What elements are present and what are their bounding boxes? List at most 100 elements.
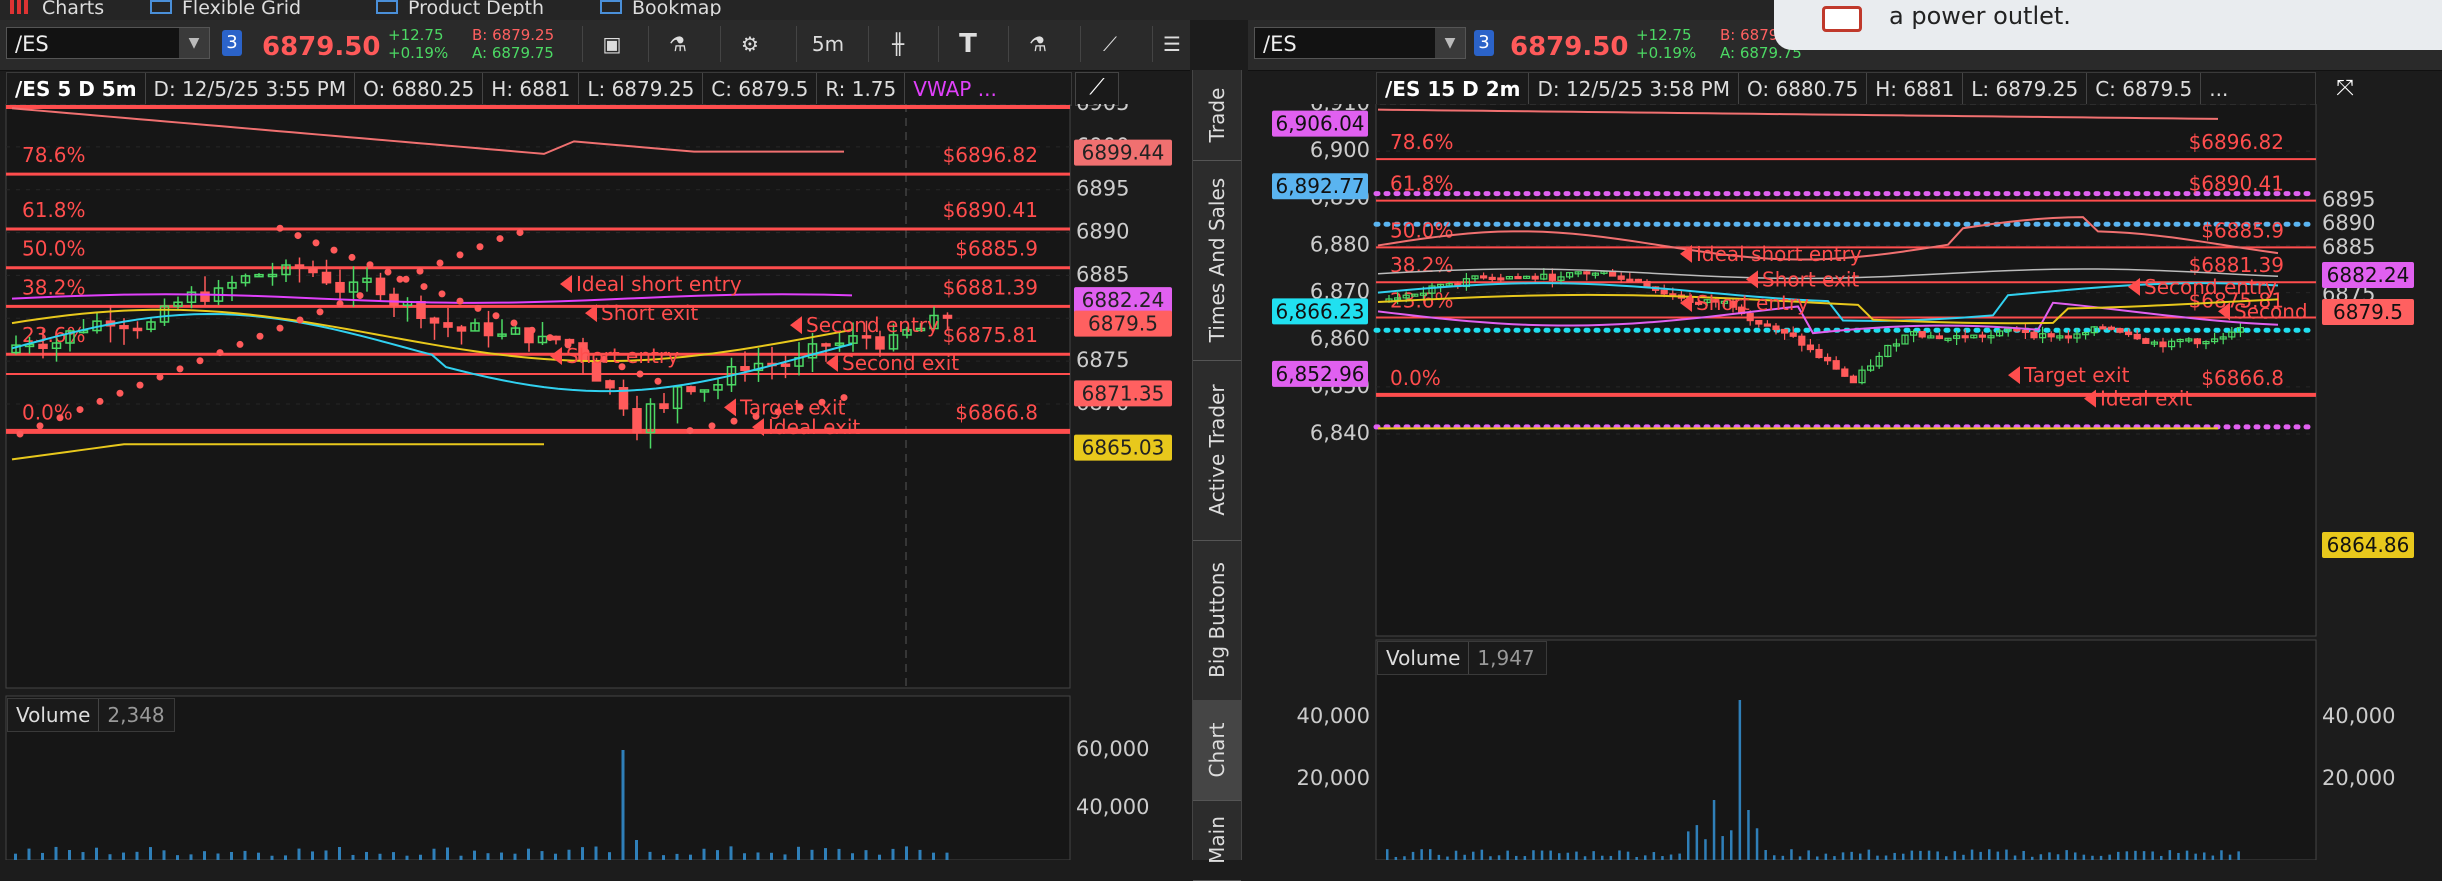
system-notification[interactable]: a power outlet. [1774,0,2442,50]
tab-product-depth[interactable]: Product Depth [376,0,576,16]
sar-dot [496,235,504,243]
volume-bar [621,750,625,860]
volume-bar [2048,852,2051,860]
fib-level-label: 0.0% [1390,366,1441,390]
candle-body [200,291,210,302]
volume-bar [230,851,233,860]
tab-main[interactable]: Main [1193,800,1241,881]
price-badge-label: 6865.03 [1082,436,1165,460]
sar-dot [348,253,356,261]
volume-bar [1824,853,1828,860]
right-symbol-input[interactable]: /ES ▼ [1254,27,1466,59]
menu-icon[interactable]: ☰ [1152,26,1191,62]
tab-flexible-grid[interactable]: Flexible Grid [150,0,350,16]
sar-dot [296,316,304,324]
tab-times-and-sales[interactable]: Times And Sales [1193,160,1241,361]
volume-bar [68,850,71,860]
left-symbol-input[interactable]: /ES ▼ [6,27,210,59]
gear-icon[interactable]: ⚙ [720,26,779,62]
sar-dot [236,340,244,348]
volume-bar [432,848,436,860]
volume-bar [1970,849,1974,860]
left-price-chart[interactable]: 78.6% $6896.8261.8% $6890.4150.0% $6885.938… [0,104,1192,860]
volume-bar [1790,849,1793,860]
candle-body [740,366,750,372]
candle-body [2021,329,2030,334]
tab-bookmap[interactable]: Bookmap [600,0,750,16]
candle-body [1823,356,1832,362]
fib-level-label: 61.8% [1390,172,1454,196]
volume-bar [1446,856,1449,860]
drawing-icon[interactable]: ⟋ [1080,26,1139,62]
tab-big-buttons[interactable]: Big Buttons [1193,540,1241,701]
candle-icon[interactable]: ╫ [868,26,927,62]
candle-body [2133,333,2141,340]
drawing-tool-icon[interactable]: ⟋ [1075,72,1119,106]
right-axis-label: 6890 [2322,211,2375,235]
chart-low: L: 6879.25 [579,73,704,105]
tab-active-trader[interactable]: Active Trader [1193,360,1241,541]
volume-bar [1566,852,1570,860]
price-badge-label: 6871.35 [1082,381,1165,405]
volume-bar [176,855,179,860]
volume-bar [1910,850,1914,860]
volume-bar [797,846,800,860]
tab-chart[interactable]: Chart [1193,700,1241,801]
left-chart-toolbar: /ES ▼ 3 6879.50 +12.75 +0.19% B: 6879.25 … [0,20,1190,71]
candle-body [1772,325,1780,331]
flask-icon[interactable]: ⚗ [648,26,707,62]
candle-body [821,343,831,347]
studies-icon[interactable]: ⚗ [1008,26,1067,62]
chevron-down-icon[interactable]: ▼ [179,28,209,58]
fib-price-label: $6885.9 [2201,218,2284,242]
fib-price-label: $6896.82 [2189,130,2284,154]
volume-bar [1764,850,1767,860]
right-last-price: 6879.50 [1510,32,1629,62]
vwap-study-label[interactable]: VWAP ... [905,73,1005,105]
left-axis-label: 6,880 [1310,232,1370,256]
candle-body [456,326,467,332]
volume-bar [2168,850,2172,860]
text-tool-icon[interactable]: T [938,26,997,62]
volume-bar [14,853,17,860]
candle-body [1583,271,1591,275]
right-link-badge[interactable]: 3 [1474,30,1494,56]
volume-bar [1979,851,1982,860]
chevron-down-icon[interactable]: ▼ [1435,28,1465,58]
chart-close: C: 6879.5 [703,73,818,105]
fib-price-label: $6866.8 [2201,366,2284,390]
volume-bar [1730,830,1733,860]
volume-bar [1781,855,1785,860]
sar-dot [456,251,464,259]
volume-bar [1558,853,1561,860]
chart-low: L: 6879.25 [1963,73,2088,105]
candle-body [1849,375,1858,384]
left-link-badge[interactable]: 3 [222,30,242,56]
crosshair-icon[interactable]: ⤧ [2320,72,2370,106]
volume-bar [2099,855,2103,860]
sar-dot [730,417,738,425]
sar-dot [256,332,264,340]
candle-body [1548,273,1556,281]
interval-button[interactable]: 5m [796,26,859,62]
tab-charts[interactable]: Charts [10,0,104,16]
sar-dot [476,243,484,251]
candle-body [2030,331,2038,339]
volume-bar [783,854,787,860]
volume-bar [216,853,220,860]
volume-bar [689,854,692,860]
sar-dot [356,292,364,300]
volume-bar [27,848,31,860]
volume-bar [122,852,125,860]
volume-bar [1884,855,1888,860]
volume-bar [1833,856,1836,860]
candle-body [875,336,885,350]
stream-icon[interactable]: ▣ [582,26,641,62]
volume-bar [608,852,611,860]
chart-more[interactable]: ... [2201,73,2236,105]
volume-bar [1996,851,2000,860]
sar-dot [492,312,500,320]
right-price-chart[interactable]: 78.6% $6896.8261.8% $6890.4150.0% $6885.938… [1248,104,2442,860]
tab-trade[interactable]: Trade [1193,70,1241,161]
left-ask: A: 6879.75 [472,44,554,62]
